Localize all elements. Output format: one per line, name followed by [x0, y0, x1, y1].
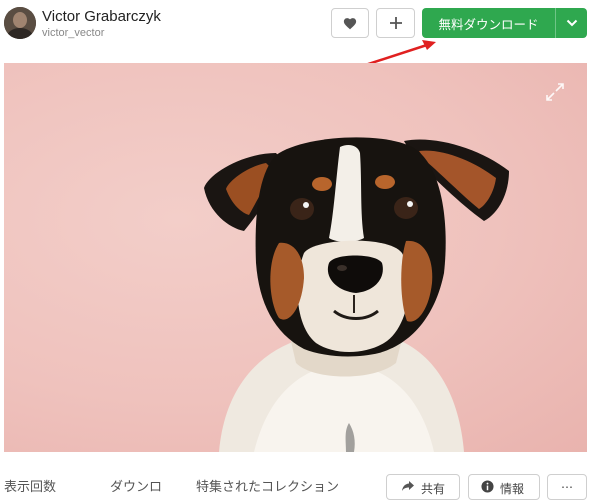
free-download-button[interactable]: 無料ダウンロード — [422, 8, 555, 38]
info-button[interactable]: 情報 — [468, 474, 540, 500]
expand-icon[interactable] — [545, 82, 565, 102]
downloads-stat-label: ダウンロ — [110, 480, 163, 495]
dog-photo — [204, 137, 509, 452]
download-options-button[interactable] — [555, 8, 587, 38]
info-icon — [481, 480, 494, 493]
info-label: 情報 — [500, 482, 525, 496]
plus-icon — [389, 17, 402, 29]
add-to-collection-button[interactable] — [376, 8, 415, 38]
share-button[interactable]: 共有 — [386, 474, 460, 500]
author-avatar[interactable] — [4, 7, 36, 39]
chevron-down-icon — [566, 19, 577, 27]
author-name[interactable]: Victor Grabarczyk — [42, 8, 161, 25]
views-stat-label: 表示回数 — [4, 480, 57, 495]
more-options-button[interactable]: … — [547, 474, 587, 500]
heart-icon — [343, 17, 357, 29]
more-options-icon: … — [561, 477, 573, 491]
like-button[interactable] — [331, 8, 369, 38]
featured-collections-label[interactable]: 特集されたコレクション — [196, 476, 339, 495]
photo-viewer[interactable] — [4, 63, 587, 452]
share-arrow-icon — [402, 481, 414, 491]
share-label: 共有 — [421, 482, 446, 496]
author-handle[interactable]: victor_vector — [42, 27, 104, 39]
